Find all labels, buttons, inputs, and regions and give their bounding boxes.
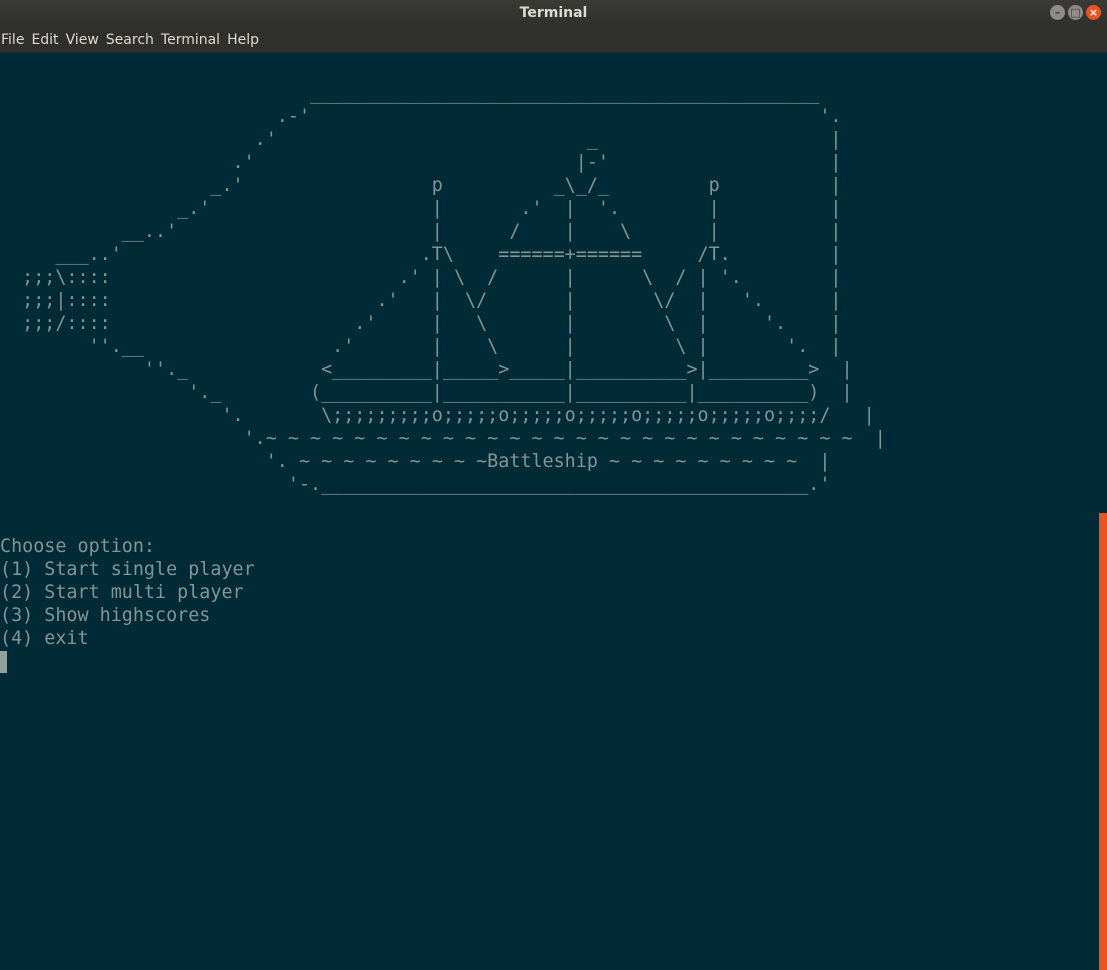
- option-menu: Choose option: (1) Start single player (…: [0, 535, 255, 650]
- menu-edit[interactable]: Edit: [30, 32, 64, 48]
- menu-bar: File Edit View Search Terminal Help: [0, 27, 1107, 52]
- scrollbar-thumb[interactable]: [1099, 513, 1107, 970]
- menu-prompt: Choose option:: [0, 536, 156, 557]
- menu-view[interactable]: View: [65, 32, 105, 48]
- terminal-output[interactable]: ________________________________________…: [0, 52, 1099, 970]
- text-cursor: [0, 651, 7, 673]
- close-icon[interactable]: ×: [1086, 5, 1101, 20]
- option-exit: (4) exit: [0, 628, 89, 649]
- window-title: Terminal: [519, 5, 588, 21]
- option-multi-player: (2) Start multi player: [0, 582, 244, 603]
- battleship-ascii-art: ________________________________________…: [22, 83, 886, 495]
- menu-help[interactable]: Help: [226, 32, 265, 48]
- window-controls: – □ ×: [1050, 5, 1101, 20]
- scrollbar[interactable]: [1099, 52, 1107, 970]
- option-highscores: (3) Show highscores: [0, 605, 211, 626]
- menu-file[interactable]: File: [0, 32, 30, 48]
- title-bar[interactable]: Terminal – □ ×: [0, 0, 1107, 27]
- minimize-icon[interactable]: –: [1050, 5, 1065, 20]
- menu-terminal[interactable]: Terminal: [160, 32, 226, 48]
- maximize-icon[interactable]: □: [1068, 5, 1083, 20]
- option-single-player: (1) Start single player: [0, 559, 255, 580]
- menu-search[interactable]: Search: [105, 32, 160, 48]
- terminal-window: Terminal – □ × File Edit View Search Ter…: [0, 0, 1107, 970]
